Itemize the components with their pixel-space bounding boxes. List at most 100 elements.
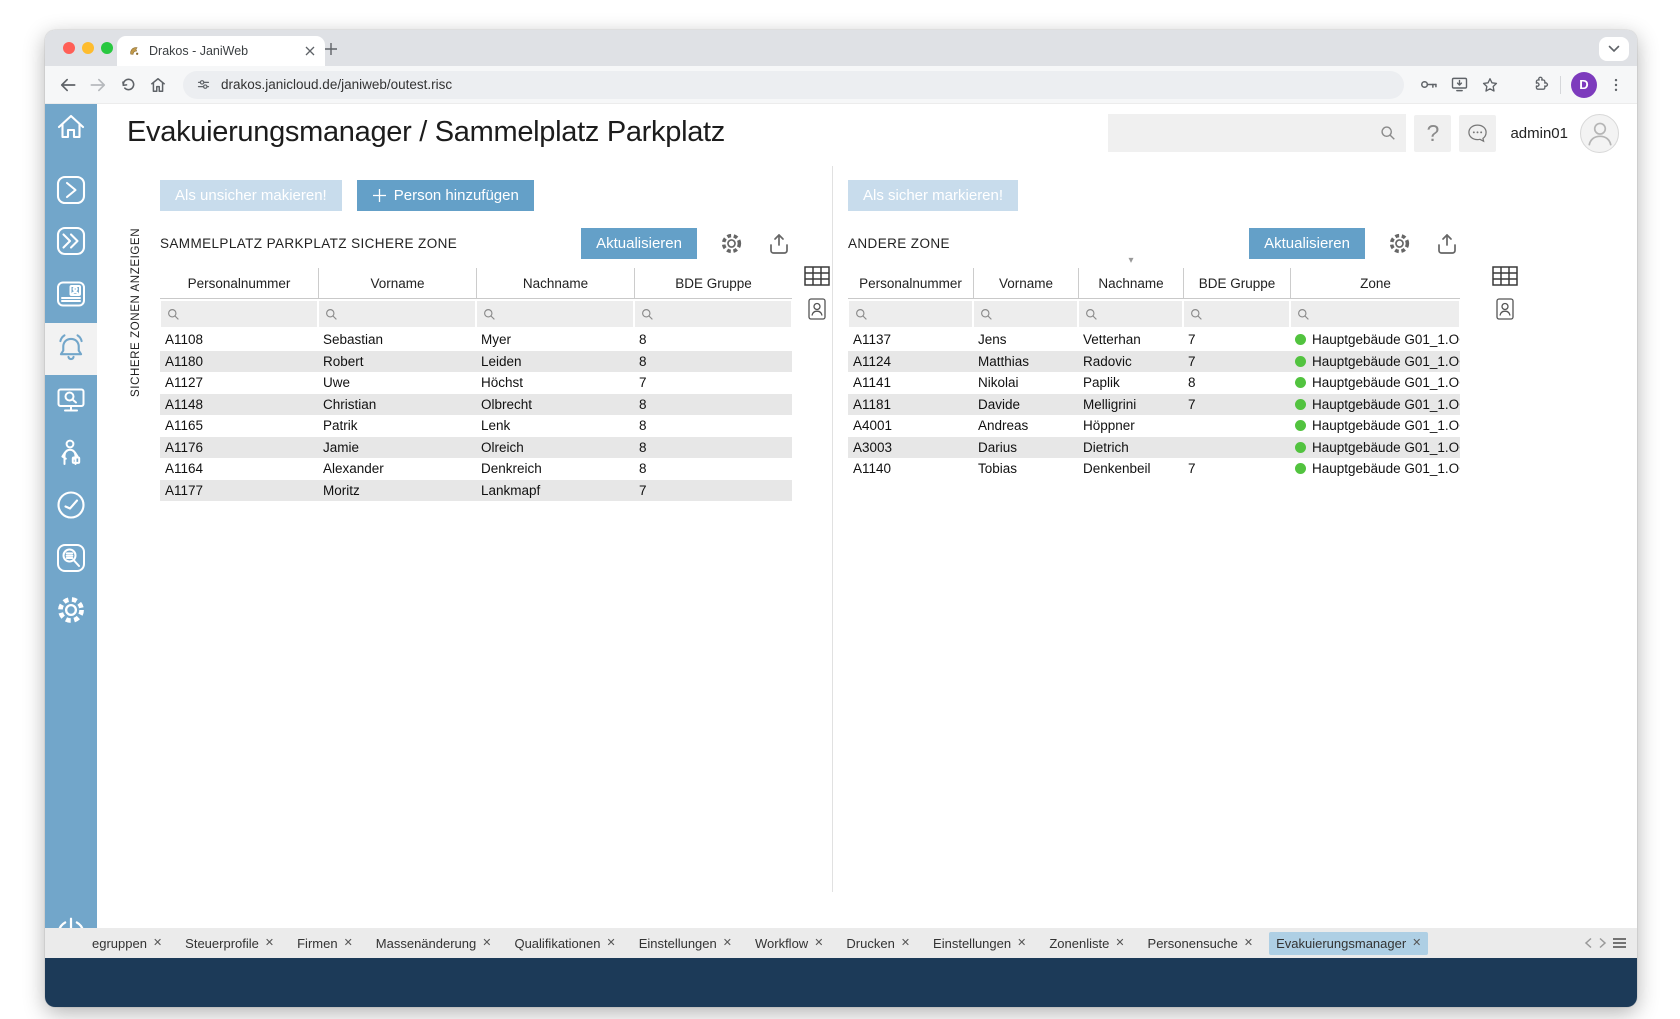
close-icon[interactable]: ✕ bbox=[901, 938, 910, 949]
person-details-icon[interactable] bbox=[1496, 298, 1514, 320]
minimize-window-button[interactable] bbox=[82, 42, 94, 54]
column-header-personalnummer[interactable]: Personalnummer bbox=[160, 268, 318, 298]
column-header-zone[interactable]: Zone bbox=[1290, 268, 1460, 298]
close-icon[interactable]: ✕ bbox=[482, 938, 491, 949]
table-row[interactable]: A1141NikolaiPaplik8Hauptgebäude G01_1.OG bbox=[848, 372, 1460, 394]
forward-icon[interactable] bbox=[87, 74, 109, 96]
column-header-vorname[interactable]: Vorname bbox=[973, 268, 1078, 298]
new-tab-icon[interactable] bbox=[321, 39, 341, 59]
bookmark-star-icon[interactable] bbox=[1480, 75, 1500, 95]
sidebar-item-time[interactable] bbox=[49, 483, 93, 527]
reload-icon[interactable] bbox=[117, 74, 139, 96]
tab-close-icon[interactable] bbox=[305, 46, 315, 56]
table-row[interactable]: A1181DavideMelligrini7Hauptgebäude G01_1… bbox=[848, 394, 1460, 416]
close-icon[interactable]: ✕ bbox=[1412, 938, 1421, 949]
table-row[interactable]: A4001AndreasHöppnerHauptgebäude G01_1.OG bbox=[848, 415, 1460, 437]
add-person-button[interactable]: Person hinzufügen bbox=[357, 180, 534, 211]
table-row[interactable]: A1137JensVetterhan7Hauptgebäude G01_1.OG bbox=[848, 329, 1460, 351]
filter-input-vorname[interactable] bbox=[997, 306, 1071, 323]
sidebar-item-alarms[interactable] bbox=[45, 323, 97, 375]
password-key-icon[interactable] bbox=[1418, 74, 1439, 95]
table-row[interactable]: A1108SebastianMyer8 bbox=[160, 329, 792, 351]
tab-firmen[interactable]: Firmen✕ bbox=[290, 932, 360, 955]
sidebar-item-search-records[interactable] bbox=[49, 536, 93, 580]
table-row[interactable]: A1176JamieOlreich8 bbox=[160, 437, 792, 459]
browser-menu-icon[interactable] bbox=[1607, 76, 1625, 94]
close-icon[interactable]: ✕ bbox=[814, 938, 823, 949]
scroll-tabs-right-icon[interactable] bbox=[1598, 937, 1607, 949]
tab-drucken[interactable]: Drucken✕ bbox=[839, 932, 917, 955]
table-row[interactable]: A1140TobiasDenkenbeil7Hauptgebäude G01_1… bbox=[848, 458, 1460, 480]
close-icon[interactable]: ✕ bbox=[723, 938, 732, 949]
tab-zonenliste[interactable]: Zonenliste✕ bbox=[1042, 932, 1131, 955]
sidebar-item-settings[interactable] bbox=[49, 588, 93, 632]
address-bar[interactable]: drakos.janicloud.de/janiweb/outest.risc bbox=[183, 71, 1404, 99]
close-icon[interactable]: ✕ bbox=[1017, 938, 1026, 949]
column-header-bde-gruppe[interactable]: BDE Gruppe bbox=[1183, 268, 1290, 298]
close-icon[interactable]: ✕ bbox=[1115, 938, 1124, 949]
tab-list-icon[interactable] bbox=[1612, 937, 1627, 949]
close-icon[interactable]: ✕ bbox=[265, 938, 274, 949]
sidebar-item-start[interactable] bbox=[49, 168, 93, 212]
filter-input-nachname[interactable] bbox=[1102, 306, 1176, 323]
close-icon[interactable]: ✕ bbox=[344, 938, 353, 949]
browser-profile-badge[interactable]: D bbox=[1571, 72, 1597, 98]
global-search-input[interactable] bbox=[1118, 124, 1380, 142]
column-header-nachname[interactable]: Nachname▾ bbox=[1078, 268, 1183, 298]
tab-einstellungen[interactable]: Einstellungen✕ bbox=[926, 932, 1033, 955]
tab-steuerprofile[interactable]: Steuerprofile✕ bbox=[178, 932, 281, 955]
table-row[interactable]: A1177MoritzLankmapf7 bbox=[160, 480, 792, 502]
back-icon[interactable] bbox=[57, 74, 79, 96]
person-details-icon[interactable] bbox=[808, 298, 826, 320]
column-chooser-icon[interactable] bbox=[1492, 266, 1518, 286]
tab-qualifikationen[interactable]: Qualifikationen✕ bbox=[507, 932, 622, 955]
table-row[interactable]: A3003DariusDietrichHauptgebäude G01_1.OG bbox=[848, 437, 1460, 459]
column-header-nachname[interactable]: Nachname bbox=[476, 268, 634, 298]
tab-massenänderung[interactable]: Massenänderung✕ bbox=[369, 932, 499, 955]
sidebar-item-monitoring[interactable] bbox=[49, 378, 93, 422]
tab-workflow[interactable]: Workflow✕ bbox=[748, 932, 830, 955]
mark-unsafe-button[interactable]: Als unsicher makieren! bbox=[160, 180, 342, 211]
table-row[interactable]: A1148ChristianOlbrecht8 bbox=[160, 394, 792, 416]
filter-input-nachname[interactable] bbox=[500, 306, 627, 323]
extensions-icon[interactable] bbox=[1530, 75, 1550, 95]
tab-egruppen[interactable]: egruppen✕ bbox=[85, 932, 169, 955]
close-icon[interactable]: ✕ bbox=[153, 938, 162, 949]
filter-input-personalnummer[interactable] bbox=[184, 306, 311, 323]
table-row[interactable]: A1165PatrikLenk8 bbox=[160, 415, 792, 437]
refresh-safe-button[interactable]: Aktualisieren bbox=[581, 228, 697, 259]
table-settings-icon[interactable] bbox=[1386, 230, 1413, 257]
install-app-icon[interactable] bbox=[1449, 74, 1470, 95]
home-icon[interactable] bbox=[147, 74, 169, 96]
table-row[interactable]: A1164AlexanderDenkreich8 bbox=[160, 458, 792, 480]
refresh-other-button[interactable]: Aktualisieren bbox=[1249, 228, 1365, 259]
export-icon[interactable] bbox=[1434, 231, 1460, 257]
filter-input-zone[interactable] bbox=[1314, 306, 1453, 323]
table-row[interactable]: A1124MatthiasRadovic7Hauptgebäude G01_1.… bbox=[848, 351, 1460, 373]
table-row[interactable]: A1127UweHöchst7 bbox=[160, 372, 792, 394]
close-window-button[interactable] bbox=[63, 42, 75, 54]
filter-input-bde-gruppe[interactable] bbox=[1207, 306, 1283, 323]
zoom-window-button[interactable] bbox=[101, 42, 113, 54]
filter-input-bde-gruppe[interactable] bbox=[658, 306, 785, 323]
tab-search-chevron-icon[interactable] bbox=[1599, 37, 1629, 61]
sidebar-item-visitors[interactable] bbox=[49, 431, 93, 475]
table-settings-icon[interactable] bbox=[718, 230, 745, 257]
column-header-personalnummer[interactable]: Personalnummer bbox=[848, 268, 973, 298]
search-icon[interactable] bbox=[1380, 125, 1396, 141]
mark-safe-button[interactable]: Als sicher markieren! bbox=[848, 180, 1018, 211]
close-icon[interactable]: ✕ bbox=[1244, 938, 1253, 949]
tab-personensuche[interactable]: Personensuche✕ bbox=[1141, 932, 1261, 955]
help-button[interactable]: ? bbox=[1414, 115, 1451, 152]
column-header-bde-gruppe[interactable]: BDE Gruppe bbox=[634, 268, 792, 298]
column-header-vorname[interactable]: Vorname bbox=[318, 268, 476, 298]
sidebar-item-home[interactable] bbox=[49, 105, 93, 149]
tab-einstellungen[interactable]: Einstellungen✕ bbox=[632, 932, 739, 955]
sidebar-item-personnel[interactable] bbox=[49, 272, 93, 316]
show-safe-zones-toggle[interactable]: SICHERE ZONEN ANZEIGEN bbox=[130, 212, 142, 397]
column-chooser-icon[interactable] bbox=[804, 266, 830, 286]
tab-evakuierungsmanager[interactable]: Evakuierungsmanager✕ bbox=[1269, 932, 1428, 955]
browser-tab[interactable]: Drakos - JaniWeb bbox=[117, 36, 325, 66]
filter-input-vorname[interactable] bbox=[342, 306, 469, 323]
close-icon[interactable]: ✕ bbox=[606, 938, 615, 949]
